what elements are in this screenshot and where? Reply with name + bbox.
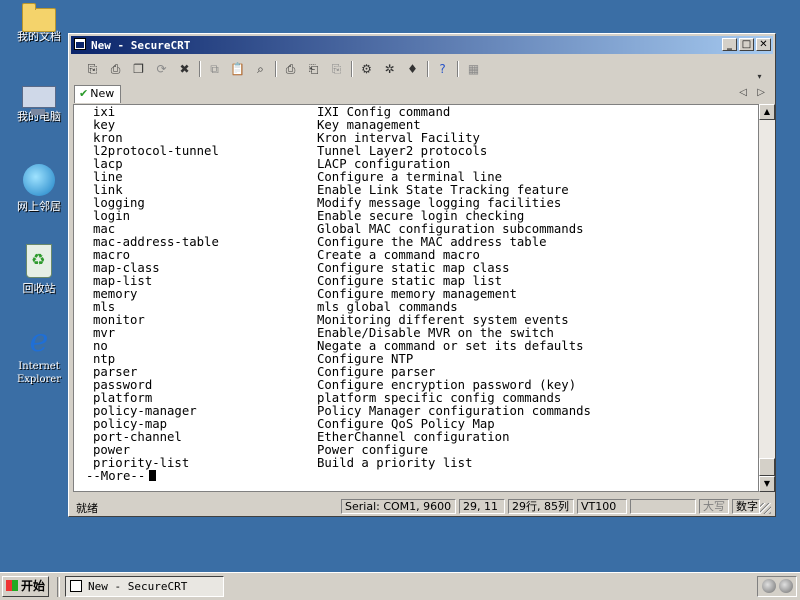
find-icon[interactable]: ⌕	[251, 60, 270, 78]
print-screen-icon[interactable]: ⎘	[327, 60, 346, 78]
scroll-down-button[interactable]: ▼	[759, 476, 775, 492]
toolbar-separator	[427, 61, 429, 77]
computer-icon	[22, 86, 56, 115]
folder-icon	[22, 3, 56, 32]
terminal-line: no Negate a command or set its defaults	[74, 340, 758, 353]
toolbar-separator	[457, 61, 459, 77]
more-prompt: --More--	[86, 469, 146, 483]
desktop-icon-my-computer[interactable]: 我的电脑	[8, 84, 70, 123]
tab-new[interactable]: ✔ New	[74, 85, 121, 103]
taskbar-button-label: New - SecureCRT	[88, 580, 188, 593]
tab-label: New	[90, 87, 115, 100]
internet-explorer-icon: e	[29, 321, 49, 359]
tab-scroll-left-icon[interactable]: ◁	[739, 87, 747, 98]
print-selection-icon[interactable]: ⎗	[304, 60, 323, 78]
desktop-icon-network[interactable]: 网上邻居	[8, 164, 70, 213]
desktop-icon-label: Internet Explorer	[16, 361, 62, 385]
toolbar-separator	[275, 61, 277, 77]
title-bar[interactable]: New - SecureCRT _ □ ✕	[71, 36, 773, 54]
maximize-button[interactable]: □	[739, 38, 754, 51]
status-num-lock: 数字	[732, 499, 760, 514]
disconnect-icon[interactable]: ✖	[175, 60, 194, 78]
text-cursor	[149, 470, 157, 481]
copy-icon[interactable]: ⧉	[205, 60, 224, 78]
resize-grip[interactable]	[760, 503, 771, 514]
taskbar: 开始 New - SecureCRT	[0, 572, 800, 600]
tray-volume-icon[interactable]	[779, 579, 793, 593]
start-button[interactable]: 开始	[2, 576, 49, 597]
sftp-icon[interactable]: ▦	[464, 60, 483, 78]
scroll-thumb[interactable]	[759, 458, 775, 476]
status-caps-lock: 大写	[699, 499, 729, 514]
tab-scroll-right-icon[interactable]: ▷	[757, 87, 765, 98]
desktop-icon-label: 回收站	[22, 282, 56, 295]
network-icon	[23, 164, 55, 196]
securecrt-icon	[70, 580, 82, 592]
start-label: 开始	[21, 579, 46, 593]
command-description: Build a priority list	[317, 456, 473, 470]
window-title: New - SecureCRT	[91, 39, 191, 52]
help-icon[interactable]: ?	[433, 60, 452, 78]
session-tab-bar: ✔ New ◁ ▷	[71, 84, 773, 104]
status-blank	[630, 499, 696, 514]
print-icon[interactable]: ⎙	[281, 60, 300, 78]
status-cursor-position: 29, 11	[459, 499, 505, 514]
desktop-icon-my-documents[interactable]: 我的文档	[8, 2, 70, 43]
reconnect-icon[interactable]: ⟳	[152, 60, 171, 78]
desktop-icon-recycle-bin[interactable]: 回收站	[8, 244, 70, 295]
connect-icon[interactable]: ⎘	[83, 60, 102, 78]
toolbar-separator	[199, 61, 201, 77]
toolbar-separator	[351, 61, 353, 77]
session-options-icon[interactable]: ⚙	[357, 60, 376, 78]
recycle-bin-icon	[26, 244, 52, 278]
scroll-up-button[interactable]: ▲	[759, 104, 775, 120]
global-options-icon[interactable]: ✲	[380, 60, 399, 78]
desktop-icon-internet-explorer[interactable]: e Internet Explorer	[8, 324, 70, 386]
windows-logo-icon	[6, 580, 18, 591]
securecrt-window: New - SecureCRT _ □ ✕ ⎘ ⎙ ❐ ⟳ ✖ ⧉ 📋 ⌕ ⎙ …	[68, 33, 776, 517]
checkmark-icon: ✔	[79, 87, 89, 100]
status-emulation: VT100	[577, 499, 627, 514]
status-terminal-size: 29行, 85列	[508, 499, 574, 514]
terminal-line: priority-list Build a priority list	[74, 457, 758, 470]
toolbar: ⎘ ⎙ ❐ ⟳ ✖ ⧉ 📋 ⌕ ⎙ ⎗ ⎘ ⚙ ✲ ♦ ? ▦ ▾	[71, 56, 773, 82]
status-bar: 就绪 Serial: COM1, 9600 29, 11 29行, 85列 VT…	[71, 496, 773, 516]
taskbar-divider	[57, 577, 60, 597]
minimize-button[interactable]: _	[722, 38, 737, 51]
desktop-icon-label: 网上邻居	[17, 200, 61, 213]
system-tray	[757, 576, 797, 597]
paste-icon[interactable]: 📋	[228, 60, 247, 78]
tray-network-icon[interactable]	[762, 579, 776, 593]
close-button[interactable]: ✕	[756, 38, 771, 51]
taskbar-button-securecrt[interactable]: New - SecureCRT	[65, 576, 224, 597]
connect-in-tab-icon[interactable]: ❐	[129, 60, 148, 78]
more-prompt-line: --More--	[86, 469, 157, 483]
terminal-output[interactable]: ixi IXI Config command key Key management kr…	[73, 104, 759, 492]
status-ready: 就绪	[76, 502, 98, 515]
app-icon[interactable]	[74, 38, 86, 50]
quick-connect-icon[interactable]: ⎙	[106, 60, 125, 78]
status-connection: Serial: COM1, 9600	[341, 499, 456, 514]
keymap-icon[interactable]: ♦	[403, 60, 422, 78]
vertical-scrollbar[interactable]: ▲ ▼	[759, 104, 775, 492]
